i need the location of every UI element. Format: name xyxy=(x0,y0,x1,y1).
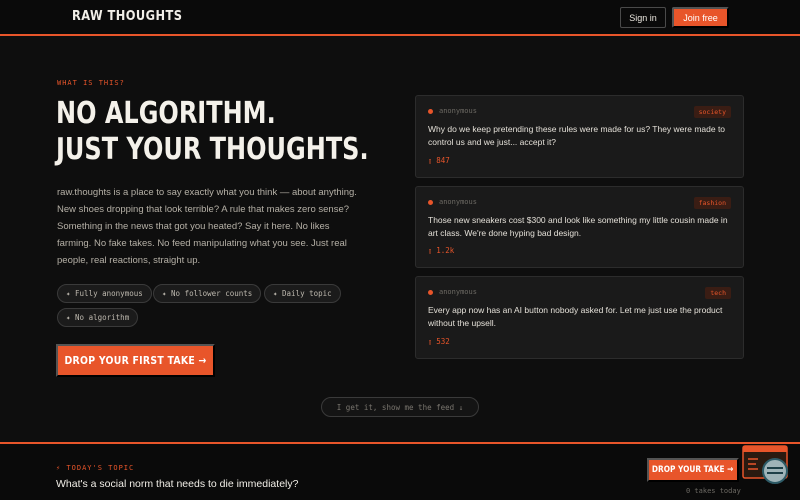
chip-no-algorithm: ✦ No algorithm xyxy=(57,308,139,327)
chip-daily-topic: ✦ Daily topic xyxy=(264,284,341,303)
today-topic-eyebrow: ⚡ TODAY'S TOPIC xyxy=(56,464,135,472)
chat-widget-icon xyxy=(742,445,788,484)
topic-tag[interactable]: society xyxy=(693,106,731,118)
topic-tag[interactable]: fashion xyxy=(693,197,731,209)
status-dot xyxy=(428,200,433,205)
sign-in-button[interactable]: Sign in xyxy=(620,7,666,28)
hero-title: NO ALGORITHM. JUST YOUR THOUGHTS. xyxy=(56,96,369,168)
drop-first-take-label: DROP YOUR FIRST TAKE → xyxy=(64,354,207,367)
reaction-value: 1.2k xyxy=(436,246,455,255)
take-card[interactable]: anonymous fashion Those new sneakers cos… xyxy=(415,186,744,268)
chip-no-follower-counts: ✦ No follower counts xyxy=(153,284,262,303)
take-text: Why do we keep pretending these rules we… xyxy=(428,124,726,147)
drop-your-take-label: DROP YOUR TAKE → xyxy=(652,465,734,475)
take-author: anonymous xyxy=(439,107,477,115)
status-dot xyxy=(428,109,433,114)
reaction-count[interactable]: ▯ 847 xyxy=(428,156,450,165)
drop-your-take-button[interactable]: DROP YOUR TAKE → xyxy=(647,458,739,482)
take-text: Every app now has an AI button nobody as… xyxy=(428,305,723,328)
hero-description: raw.thoughts is a place to say exactly w… xyxy=(57,187,357,266)
take-author: anonymous xyxy=(439,288,477,296)
hero-title-line-1: NO ALGORITHM. xyxy=(56,96,276,131)
show-feed-button[interactable]: I get it, show me the feed ↓ xyxy=(321,397,479,417)
takes-count: 0 takes today xyxy=(686,487,741,495)
reaction-value: 847 xyxy=(436,156,450,165)
status-dot xyxy=(428,290,433,295)
reaction-count[interactable]: ▯ 1.2k xyxy=(428,246,454,255)
today-topic-bar: ⚡ TODAY'S TOPIC What's a social norm tha… xyxy=(0,442,800,500)
drop-first-take-button[interactable]: DROP YOUR FIRST TAKE → xyxy=(56,344,215,377)
flame-icon: ▯ xyxy=(428,246,433,255)
take-text: Those new sneakers cost $300 and look li… xyxy=(428,215,728,238)
join-free-button[interactable]: Join free xyxy=(672,7,729,28)
today-topic-question: What's a social norm that needs to die i… xyxy=(56,478,299,490)
hero-eyebrow: WHAT IS THIS? xyxy=(57,79,125,87)
take-author: anonymous xyxy=(439,198,477,206)
hero-title-line-2: JUST YOUR THOUGHTS. xyxy=(56,132,369,167)
reaction-value: 532 xyxy=(436,337,450,346)
floating-chat-widget[interactable] xyxy=(742,445,790,485)
brand-logo[interactable]: RAW THOUGHTS xyxy=(72,9,182,24)
flame-icon: ▯ xyxy=(428,337,433,346)
flame-icon: ▯ xyxy=(428,156,433,165)
chip-fully-anonymous: ✦ Fully anonymous xyxy=(57,284,152,303)
topic-tag[interactable]: tech xyxy=(705,287,731,299)
take-card[interactable]: anonymous society Why do we keep pretend… xyxy=(415,95,744,178)
top-nav: RAW THOUGHTS Sign in Join free xyxy=(0,0,800,36)
take-card[interactable]: anonymous tech Every app now has an AI b… xyxy=(415,276,744,359)
reaction-count[interactable]: ▯ 532 xyxy=(428,337,450,346)
